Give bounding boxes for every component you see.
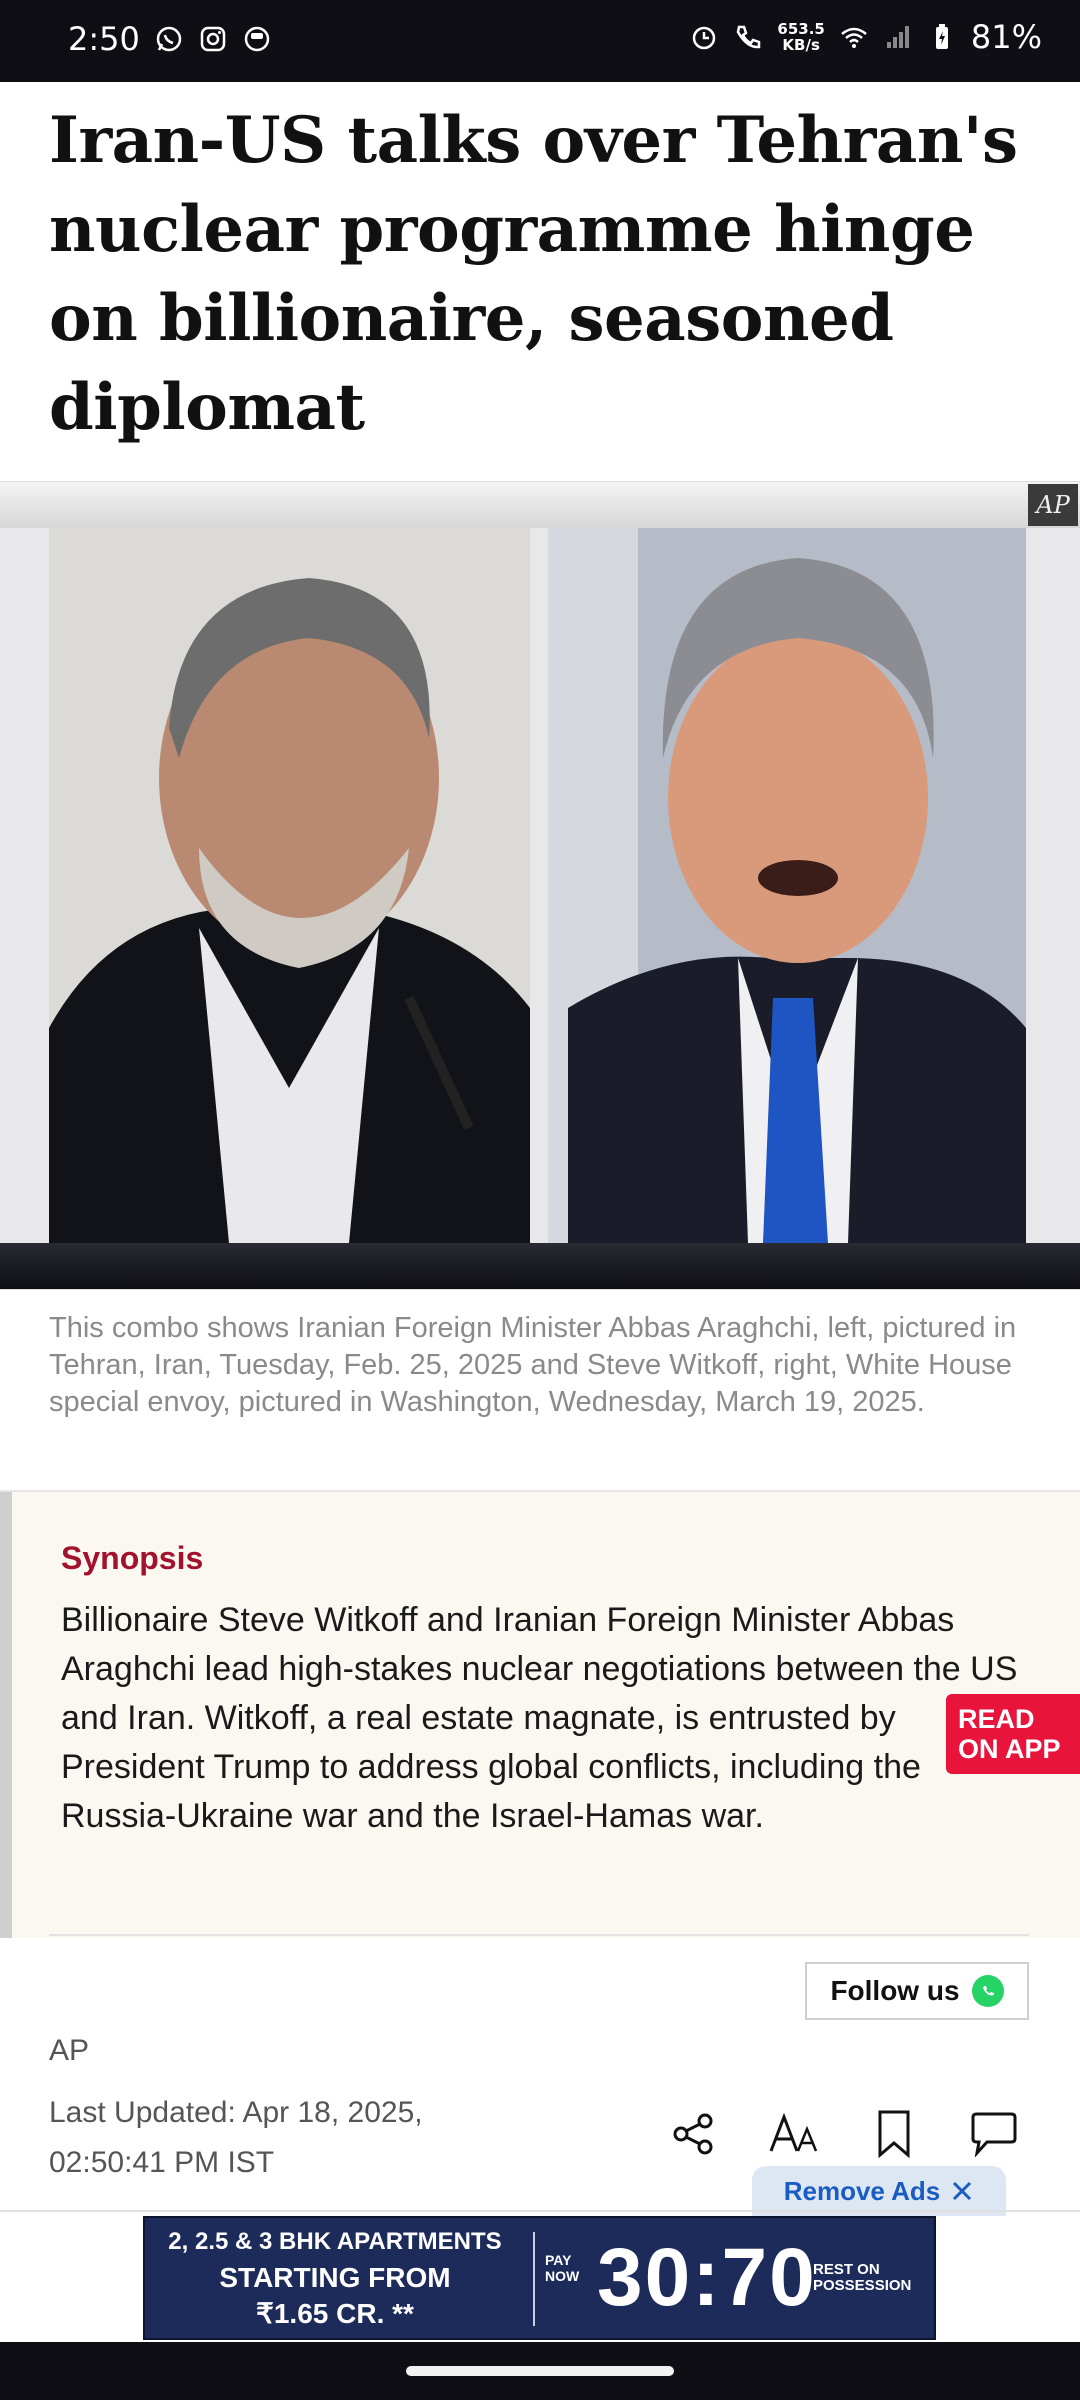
share-button[interactable] xyxy=(668,2108,720,2160)
ad-offer-text: 2, 2.5 & 3 BHK APARTMENTS STARTING FROM … xyxy=(145,2224,525,2332)
ad-line1: 2, 2.5 & 3 BHK APARTMENTS xyxy=(168,2228,502,2255)
read-on-app-button[interactable]: READ ON APP xyxy=(946,1694,1080,1774)
bookmark-button[interactable] xyxy=(868,2108,920,2160)
remove-ads-label: Remove Ads xyxy=(783,2175,941,2206)
photo-steve-witkoff xyxy=(548,528,1026,1243)
image-bottom-band xyxy=(0,1243,1080,1289)
article-source: AP xyxy=(49,2034,90,2067)
ad-rest-on-possession: REST ON POSSESSION xyxy=(813,2262,911,2294)
last-updated-date: Last Updated: Apr 18, 2025, xyxy=(49,2096,423,2129)
ad-line3: ₹1.65 CR. ** xyxy=(256,2298,414,2329)
comment-button[interactable] xyxy=(968,2108,1020,2160)
ad-pay-label: PAY xyxy=(545,2252,572,2268)
image-credit-badge: AP xyxy=(1028,484,1078,526)
battery-icon xyxy=(935,24,948,49)
signal-icon xyxy=(886,26,909,48)
notification-icons xyxy=(154,24,272,54)
image-top-band xyxy=(0,482,1080,528)
bookmark-icon xyxy=(878,2110,910,2159)
ad-possession-label: POSSESSION xyxy=(813,2277,912,2294)
photo-abbas-araghchi xyxy=(49,528,530,1243)
image-caption: This combo shows Iranian Foreign Ministe… xyxy=(49,1312,1017,1418)
whatsapp-icon xyxy=(971,1975,1004,2007)
home-gesture-handle[interactable] xyxy=(406,2366,674,2376)
article-actions xyxy=(668,2108,1020,2160)
section-divider xyxy=(49,1934,1029,1936)
ad-line2: STARTING FROM xyxy=(219,2262,451,2293)
synopsis-text: Billionaire Steve Witkoff and Iranian Fo… xyxy=(61,1601,1018,1835)
follow-us-button[interactable]: Follow us xyxy=(805,1962,1029,2020)
alarm-icon xyxy=(693,26,716,50)
synopsis-box: Synopsis Billionaire Steve Witkoff and I… xyxy=(0,1490,1080,1938)
read-on-app-line2: ON APP xyxy=(958,1734,1061,1764)
read-on-app-line1: READ xyxy=(958,1704,1035,1734)
article-headline: Iran-US talks over Tehran's nuclear prog… xyxy=(49,103,1018,445)
ad-rest-label: REST ON xyxy=(813,2261,880,2278)
status-bar: 2:50 653.5 KB/s 81% xyxy=(0,0,1080,82)
status-time: 2:50 xyxy=(68,20,140,58)
speed-unit: KB/s xyxy=(782,36,820,54)
ad-ratio: 30:70 xyxy=(597,2232,817,2323)
wifi-icon xyxy=(841,27,867,48)
last-updated: Last Updated: Apr 18, 2025, 02:50:41 PM … xyxy=(49,2088,469,2188)
ad-banner[interactable]: 2, 2.5 & 3 BHK APARTMENTS STARTING FROM … xyxy=(143,2216,936,2340)
status-right: 653.5 KB/s 81% xyxy=(689,18,1042,56)
instagram-icon xyxy=(200,26,226,52)
font-size-button[interactable] xyxy=(768,2108,820,2160)
article-hero-image[interactable]: AP xyxy=(0,481,1080,1290)
app-icon xyxy=(244,26,270,52)
comment-icon xyxy=(971,2112,1017,2157)
follow-us-label: Follow us xyxy=(830,1975,960,2006)
remove-ads-button[interactable]: Remove Ads xyxy=(752,2166,1006,2216)
ad-now-label: NOW xyxy=(545,2268,580,2284)
speed-value: 653.5 xyxy=(777,20,825,38)
network-speed: 653.5 KB/s xyxy=(777,21,824,53)
ad-divider xyxy=(0,2210,1080,2212)
synopsis-left-bar xyxy=(0,1492,12,1938)
close-icon xyxy=(953,2181,972,2201)
whatsapp-icon xyxy=(156,26,182,52)
font-size-icon xyxy=(769,2112,818,2152)
synopsis-title: Synopsis xyxy=(61,1540,204,1576)
call-icon xyxy=(737,25,761,49)
ad-pay-now: PAY NOW xyxy=(545,2252,579,2284)
battery-level: 81% xyxy=(970,18,1042,56)
ad-separator xyxy=(533,2232,535,2326)
share-icon xyxy=(673,2113,713,2155)
last-updated-time: 02:50:41 PM IST xyxy=(49,2146,275,2179)
